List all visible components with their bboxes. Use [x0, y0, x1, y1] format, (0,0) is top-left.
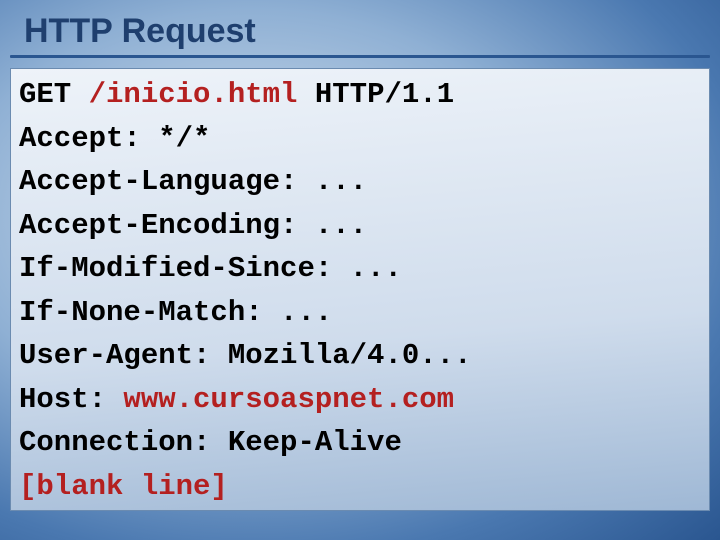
title-underline: [10, 55, 710, 58]
header-user-agent: User-Agent: Mozilla/4.0...: [19, 334, 701, 378]
http-version: HTTP/1.1: [297, 78, 454, 111]
http-method: GET: [19, 78, 89, 111]
request-line: GET /inicio.html HTTP/1.1: [19, 73, 701, 117]
slide-title: HTTP Request: [24, 12, 710, 51]
host-label: Host:: [19, 383, 123, 416]
header-accept: Accept: */*: [19, 117, 701, 161]
blank-line-marker: [blank line]: [19, 465, 701, 509]
header-accept-language: Accept-Language: ...: [19, 160, 701, 204]
header-connection: Connection: Keep-Alive: [19, 421, 701, 465]
header-if-modified-since: If-Modified-Since: ...: [19, 247, 701, 291]
header-host: Host: www.cursoaspnet.com: [19, 378, 701, 422]
host-value: www.cursoaspnet.com: [123, 383, 454, 416]
header-accept-encoding: Accept-Encoding: ...: [19, 204, 701, 248]
header-if-none-match: If-None-Match: ...: [19, 291, 701, 335]
request-path: /inicio.html: [89, 78, 298, 111]
http-request-box: GET /inicio.html HTTP/1.1 Accept: */* Ac…: [10, 68, 710, 511]
